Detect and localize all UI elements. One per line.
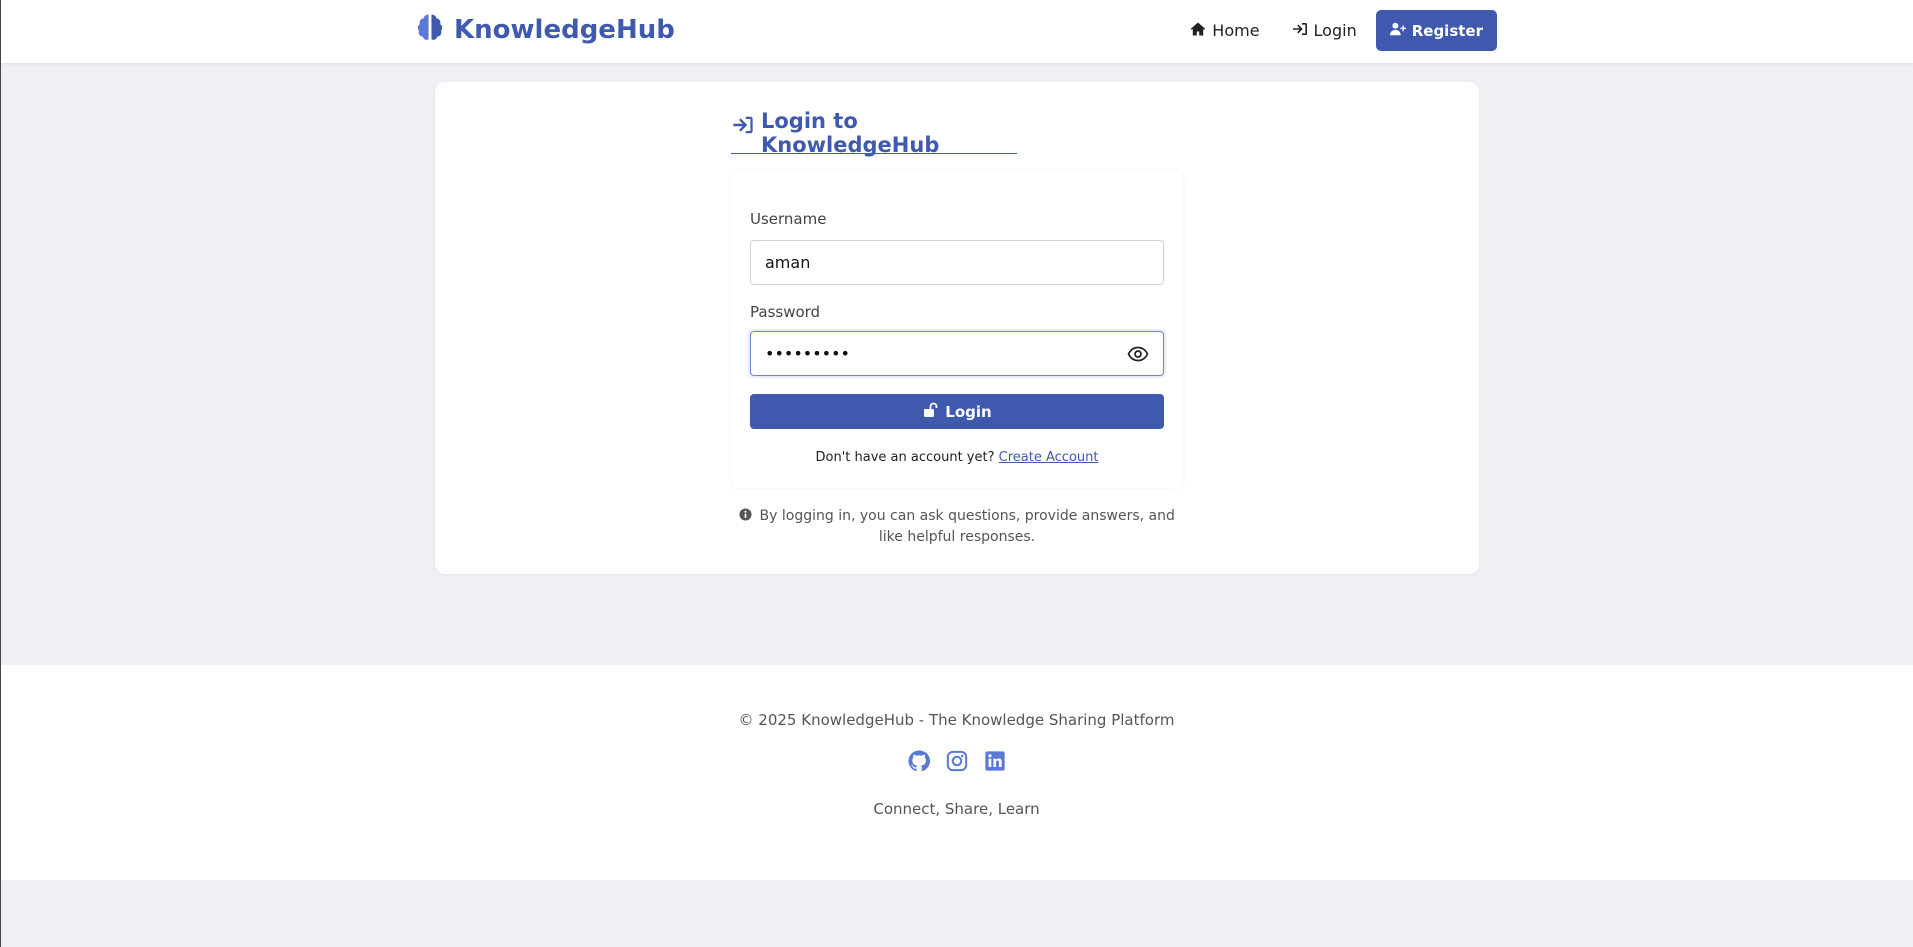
- home-icon: [1190, 21, 1206, 41]
- instagram-icon[interactable]: [946, 750, 968, 772]
- brain-icon: [417, 12, 444, 49]
- password-input[interactable]: •••••••••: [750, 331, 1164, 376]
- nav-home-link[interactable]: Home: [1177, 10, 1272, 51]
- nav-home-label: Home: [1212, 21, 1260, 40]
- nav-login-link[interactable]: Login: [1279, 10, 1370, 51]
- nav-register-label: Register: [1411, 21, 1483, 40]
- password-value: •••••••••: [765, 344, 850, 363]
- footer-copyright: © 2025 KnowledgeHub - The Knowledge Shar…: [738, 711, 1175, 729]
- signup-prompt: Don't have an account yet? Create Accoun…: [731, 450, 1183, 465]
- login-submit-label: Login: [945, 402, 992, 421]
- linkedin-icon[interactable]: [984, 750, 1006, 772]
- info-message: By logging in, you can ask questions, pr…: [731, 506, 1183, 548]
- brand-name: KnowledgeHub: [454, 15, 675, 45]
- login-heading-text: Login to KnowledgeHub: [761, 109, 940, 157]
- info-circle-icon: [739, 508, 759, 524]
- footer-tagline: Connect, Share, Learn: [873, 800, 1040, 818]
- password-label: Password: [750, 303, 821, 321]
- unlock-icon: [922, 402, 938, 422]
- github-icon[interactable]: [908, 750, 930, 772]
- username-value: aman: [765, 253, 811, 272]
- nav-login-label: Login: [1313, 21, 1357, 40]
- navbar: KnowledgeHub Home Login Register: [0, 0, 1913, 63]
- nav-register-button[interactable]: Register: [1375, 10, 1497, 51]
- info-text: By logging in, you can ask questions, pr…: [759, 508, 1175, 545]
- footer-socials: [0, 750, 1913, 772]
- nav-links: Home Login Register: [1177, 10, 1497, 51]
- footer: [0, 665, 1913, 880]
- user-plus-icon: [1389, 21, 1406, 41]
- signup-prompt-text: Don't have an account yet?: [815, 450, 995, 465]
- login-heading: Login to KnowledgeHub: [731, 109, 1017, 157]
- sign-in-icon: [1292, 21, 1308, 41]
- username-label: Username: [750, 210, 827, 228]
- create-account-link[interactable]: Create Account: [999, 450, 1099, 465]
- login-submit-button[interactable]: Login: [750, 394, 1164, 429]
- brand-logo-link[interactable]: KnowledgeHub: [417, 12, 675, 48]
- eye-icon[interactable]: [1127, 344, 1149, 364]
- sign-in-icon: [731, 109, 755, 141]
- username-input[interactable]: aman: [750, 240, 1164, 285]
